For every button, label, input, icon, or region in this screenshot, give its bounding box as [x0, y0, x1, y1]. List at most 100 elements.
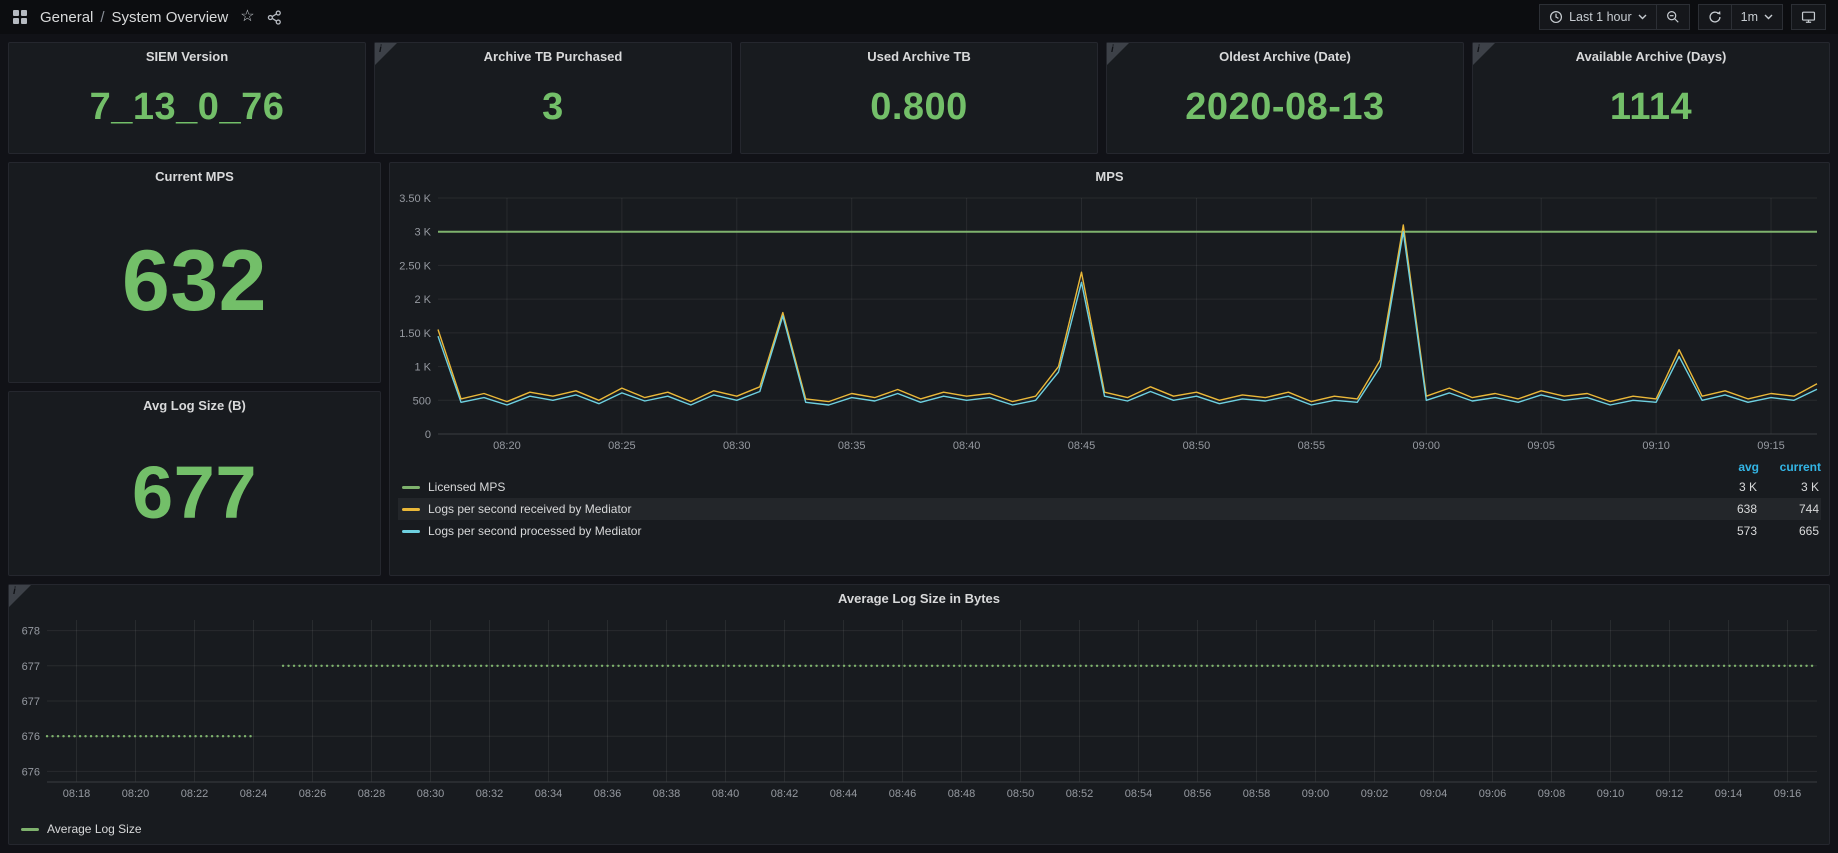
svg-text:09:08: 09:08	[1538, 788, 1566, 800]
info-icon[interactable]: i	[1107, 43, 1129, 65]
star-icon[interactable]: ☆	[240, 9, 254, 25]
mps-legend: avg current Licensed MPS 3 K 3 K Logs pe…	[390, 455, 1829, 546]
panel-siem-version: SIEM Version 7_13_0_76	[8, 42, 366, 154]
svg-text:09:12: 09:12	[1656, 788, 1684, 800]
stat-value: 0.800	[741, 69, 1097, 153]
svg-text:08:18: 08:18	[63, 788, 91, 800]
panel-title[interactable]: Oldest Archive (Date)	[1107, 43, 1463, 69]
series-current: 744	[1757, 502, 1819, 516]
svg-text:09:02: 09:02	[1361, 788, 1389, 800]
panel-title[interactable]: MPS	[390, 163, 1829, 189]
series-current: 3 K	[1757, 480, 1819, 494]
panel-title[interactable]: Current MPS	[9, 163, 380, 189]
stat-row: SIEM Version 7_13_0_76 i Archive TB Purc…	[8, 42, 1830, 154]
legend-row-licensed-mps[interactable]: Licensed MPS 3 K 3 K	[398, 476, 1821, 498]
svg-text:08:58: 08:58	[1243, 788, 1271, 800]
series-marker	[402, 508, 420, 511]
panel-available-archive-days: i Available Archive (Days) 1114	[1472, 42, 1830, 154]
mps-timeseries-chart[interactable]: 05001 K1.50 K2 K2.50 K3 K3.50 K08:2008:2…	[390, 189, 1829, 455]
refresh-button[interactable]	[1698, 4, 1732, 30]
info-icon[interactable]: i	[9, 585, 31, 607]
panel-title[interactable]: Average Log Size in Bytes	[9, 585, 1829, 611]
svg-text:677: 677	[22, 696, 40, 708]
breadcrumb-folder[interactable]: General	[40, 9, 93, 26]
breadcrumb-dashboard-title[interactable]: System Overview	[112, 9, 229, 26]
legend-row-received[interactable]: Logs per second received by Mediator 638…	[398, 498, 1821, 520]
series-name[interactable]: Logs per second received by Mediator	[428, 502, 1695, 516]
stat-value: 7_13_0_76	[9, 69, 365, 153]
clock-icon	[1549, 10, 1563, 24]
panel-title[interactable]: Used Archive TB	[741, 43, 1097, 69]
svg-text:08:36: 08:36	[594, 788, 622, 800]
svg-text:08:54: 08:54	[1125, 788, 1153, 800]
svg-text:2.50 K: 2.50 K	[399, 260, 431, 272]
time-range-label: Last 1 hour	[1569, 10, 1632, 24]
avg-log-size-chart[interactable]: 67867767767667608:1808:2008:2208:2408:26…	[9, 611, 1829, 803]
chevron-down-icon	[1638, 14, 1647, 20]
navbar: General / System Overview ☆ Last 1 hour	[0, 0, 1838, 34]
legend-row-processed[interactable]: Logs per second processed by Mediator 57…	[398, 520, 1821, 542]
svg-text:08:22: 08:22	[181, 788, 209, 800]
panel-oldest-archive: i Oldest Archive (Date) 2020-08-13	[1106, 42, 1464, 154]
svg-text:08:30: 08:30	[723, 440, 751, 452]
svg-text:677: 677	[22, 661, 40, 673]
time-range-picker[interactable]: Last 1 hour	[1539, 4, 1657, 30]
svg-text:09:10: 09:10	[1597, 788, 1625, 800]
svg-text:08:44: 08:44	[830, 788, 858, 800]
info-icon[interactable]: i	[1473, 43, 1495, 65]
panel-title[interactable]: Avg Log Size (B)	[9, 392, 380, 418]
tv-mode-button[interactable]	[1791, 4, 1826, 30]
legend-col-avg[interactable]: avg	[1697, 460, 1759, 474]
chevron-down-icon	[1764, 14, 1773, 20]
share-icon[interactable]	[267, 10, 282, 25]
stat-value: 3	[375, 69, 731, 153]
breadcrumb: General / System Overview	[40, 9, 228, 26]
apps-grid-icon[interactable]	[12, 9, 28, 25]
series-avg: 3 K	[1695, 480, 1757, 494]
monitor-icon	[1801, 10, 1816, 24]
svg-text:09:05: 09:05	[1527, 440, 1555, 452]
svg-text:08:48: 08:48	[948, 788, 976, 800]
series-marker	[21, 828, 39, 831]
svg-text:08:26: 08:26	[299, 788, 327, 800]
svg-text:08:45: 08:45	[1068, 440, 1096, 452]
svg-text:08:34: 08:34	[535, 788, 563, 800]
svg-text:08:25: 08:25	[608, 440, 636, 452]
svg-text:0: 0	[425, 429, 431, 441]
stat-value: 632	[9, 189, 380, 382]
svg-text:3.50 K: 3.50 K	[399, 193, 431, 205]
legend-col-current[interactable]: current	[1759, 460, 1821, 474]
svg-text:09:15: 09:15	[1757, 440, 1785, 452]
series-name[interactable]: Logs per second processed by Mediator	[428, 524, 1695, 538]
svg-text:676: 676	[22, 731, 40, 743]
svg-text:1 K: 1 K	[414, 362, 431, 374]
svg-text:678: 678	[22, 626, 40, 638]
bottom-row: i Average Log Size in Bytes 678 677 677 676…	[8, 584, 1830, 845]
svg-text:08:35: 08:35	[838, 440, 866, 452]
series-avg: 638	[1695, 502, 1757, 516]
svg-text:08:40: 08:40	[712, 788, 740, 800]
svg-text:08:46: 08:46	[889, 788, 917, 800]
series-name[interactable]: Licensed MPS	[428, 480, 1695, 494]
series-marker	[402, 486, 420, 489]
panel-title[interactable]: SIEM Version	[9, 43, 365, 69]
legend-header: avg current	[398, 457, 1821, 476]
svg-text:08:20: 08:20	[122, 788, 150, 800]
avg-log-legend[interactable]: Average Log Size	[9, 818, 1829, 844]
svg-text:08:24: 08:24	[240, 788, 268, 800]
zoom-out-icon	[1666, 10, 1680, 24]
series-name[interactable]: Average Log Size	[47, 822, 1819, 836]
panel-title[interactable]: Available Archive (Days)	[1473, 43, 1829, 69]
refresh-interval-dropdown[interactable]: 1m	[1732, 4, 1783, 30]
panel-title[interactable]: Archive TB Purchased	[375, 43, 731, 69]
svg-text:08:50: 08:50	[1183, 440, 1211, 452]
panel-avg-log-size: Avg Log Size (B) 677	[8, 391, 381, 576]
svg-text:08:40: 08:40	[953, 440, 981, 452]
svg-text:09:00: 09:00	[1302, 788, 1330, 800]
svg-text:09:00: 09:00	[1413, 440, 1441, 452]
svg-text:08:38: 08:38	[653, 788, 681, 800]
zoom-out-button[interactable]	[1657, 4, 1690, 30]
svg-text:09:10: 09:10	[1642, 440, 1670, 452]
info-icon[interactable]: i	[375, 43, 397, 65]
svg-text:09:14: 09:14	[1715, 788, 1743, 800]
